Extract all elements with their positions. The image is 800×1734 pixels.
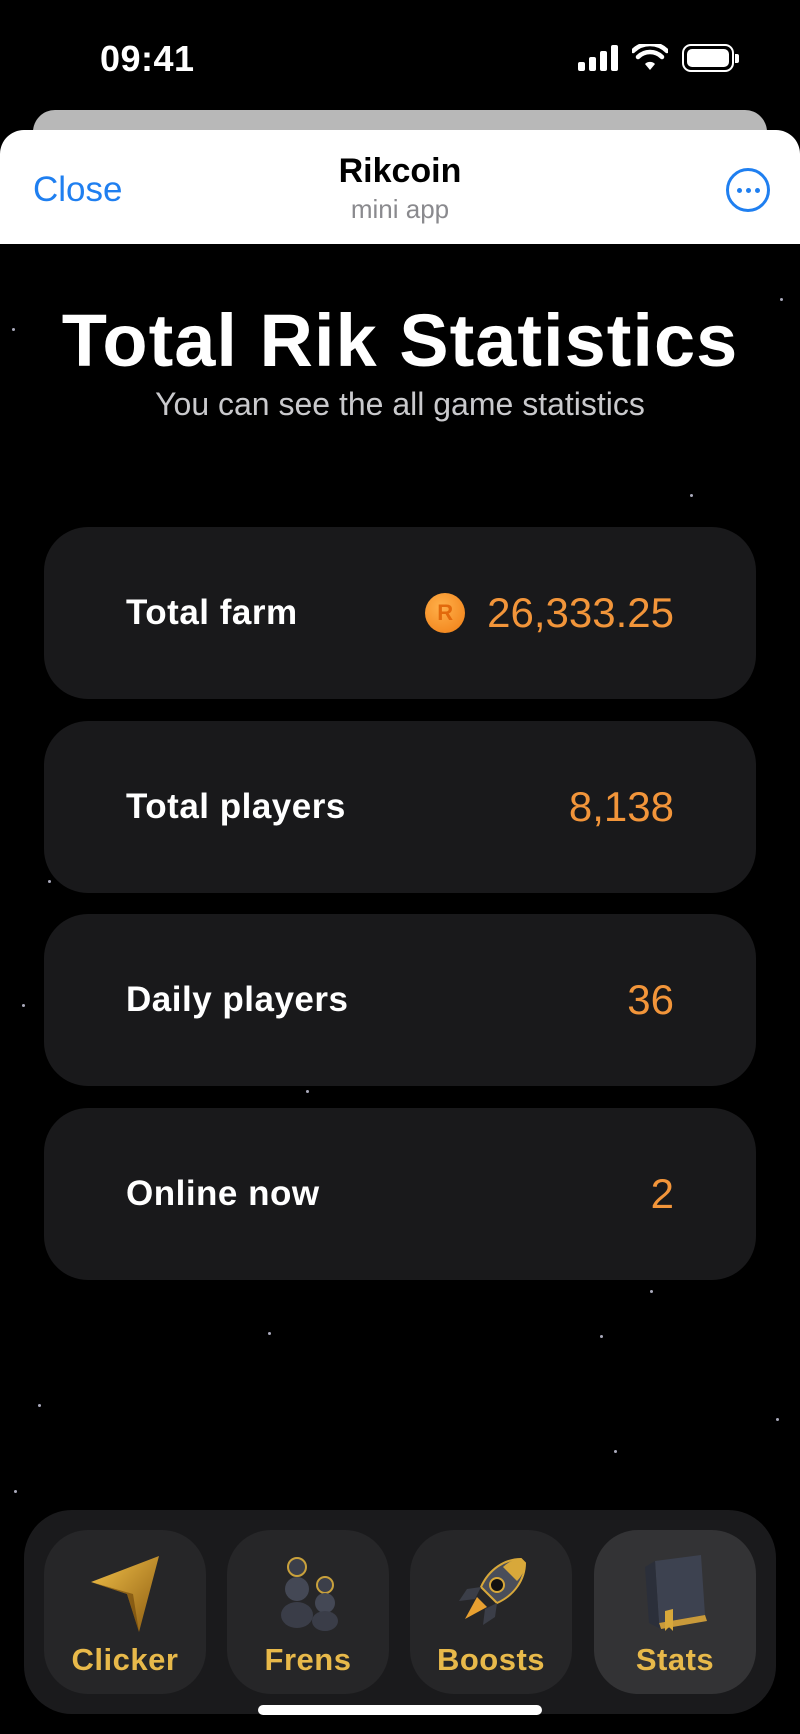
cellular-signal-icon: [578, 45, 618, 71]
stat-value: 2: [650, 1170, 674, 1217]
rikcoin-icon: R: [425, 593, 466, 633]
nav-label: Stats: [635, 1642, 715, 1677]
stat-label: Total farm: [126, 593, 298, 632]
stat-value: 36: [627, 976, 674, 1023]
book-icon: [645, 1555, 707, 1631]
app-subtitle: mini app: [350, 194, 450, 224]
page-subtitle: You can see the all game statistics: [155, 386, 645, 422]
wifi-icon: [632, 44, 668, 70]
stat-card-online-now: Online now 2: [44, 1108, 756, 1280]
cursor-arrow-icon: [91, 1556, 159, 1632]
nav-label: Frens: [264, 1642, 352, 1677]
nav-item-boosts[interactable]: Boosts: [410, 1530, 572, 1694]
status-icons: [578, 44, 739, 72]
stat-card-total-farm: Total farm R 26,333.25: [44, 527, 756, 699]
page-title: Total Rik Statistics: [61, 299, 739, 382]
stat-label: Online now: [126, 1174, 320, 1213]
battery-icon: [682, 44, 739, 72]
stat-card-daily-players: Daily players 36: [44, 914, 756, 1086]
rocket-icon: [459, 1557, 527, 1625]
friends-icon: [281, 1557, 338, 1631]
stat-label: Daily players: [126, 980, 349, 1019]
bottom-navigation: Clicker Frens Boosts Stats: [24, 1510, 776, 1714]
nav-label: Clicker: [71, 1642, 179, 1677]
status-time: 09:41: [100, 38, 195, 79]
home-indicator[interactable]: [258, 1705, 542, 1715]
status-bar: 09:41: [0, 0, 800, 110]
nav-item-stats[interactable]: Stats: [594, 1530, 756, 1694]
stat-value: 8,138: [568, 783, 674, 830]
stat-card-total-players: Total players 8,138: [44, 721, 756, 893]
nav-item-clicker[interactable]: Clicker: [44, 1530, 206, 1694]
stat-label: Total players: [126, 787, 346, 826]
stat-value: 26,333.25: [487, 589, 674, 636]
more-options-button[interactable]: [726, 168, 770, 212]
mini-app-header: Close Rikcoin mini app: [0, 130, 800, 244]
nav-label: Boosts: [436, 1642, 546, 1677]
nav-item-frens[interactable]: Frens: [227, 1530, 389, 1694]
app-title: Rikcoin: [338, 152, 462, 190]
